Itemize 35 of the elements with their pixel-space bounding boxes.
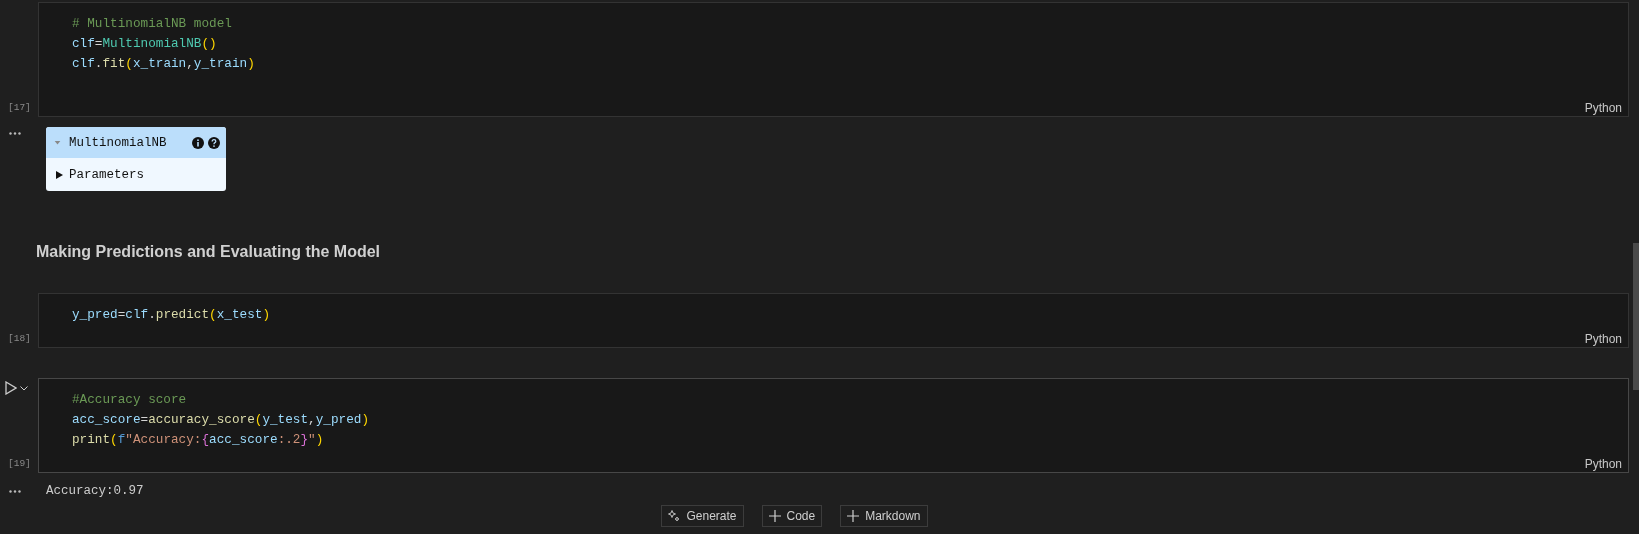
add-button[interactable]: Markdown <box>840 505 928 527</box>
section-heading: Making Predictions and Evaluating the Model <box>36 242 381 262</box>
parameters-toggle[interactable]: Parameters <box>69 167 144 182</box>
code-cell[interactable]: y_pred=clf.predict(x_test) Python <box>38 293 1629 348</box>
code-line: print(f"Accuracy:{acc_score:.2}") <box>72 431 324 449</box>
output-text: Accuracy:0.97 <box>46 484 144 498</box>
code-line: clf.fit(x_train,y_train) <box>72 55 255 73</box>
code-line: # MultinomialNB model <box>72 15 232 33</box>
caret-icon[interactable] <box>54 169 64 180</box>
generate-button[interactable]: Generate <box>661 505 744 527</box>
code-cell[interactable]: # MultinomialNB model clf=MultinomialNB() clf.fit(x_train,y_train) Python <box>38 2 1629 117</box>
plus-icon <box>768 510 781 522</box>
code-line: acc_score=accuracy_score(y_test,y_pred) <box>72 411 369 429</box>
code-cell[interactable]: #Accuracy score acc_score=accuracy_score(y_test,y_pred) print(f"Accuracy:{acc_score:.2}") Python <box>38 378 1629 473</box>
language-label[interactable]: Python <box>1584 457 1622 471</box>
execution-count: [18] <box>8 333 31 344</box>
code-line: clf=MultinomialNB() <box>72 35 217 53</box>
sparkle-icon <box>668 510 681 522</box>
estimator-header[interactable]: MultinomialNB <box>46 127 226 158</box>
chevron-down-icon[interactable] <box>20 385 28 391</box>
code-line: #Accuracy score <box>72 391 187 409</box>
language-label[interactable]: Python <box>1584 101 1622 115</box>
run-icon[interactable] <box>5 381 17 395</box>
execution-count: [19] <box>8 458 31 469</box>
plus-icon <box>847 510 860 522</box>
more-icon[interactable] <box>9 132 21 135</box>
more-icon[interactable] <box>9 490 21 493</box>
help-icon[interactable] <box>208 136 220 149</box>
estimator-name: MultinomialNB <box>69 135 167 150</box>
code-line: y_pred=clf.predict(x_test) <box>72 306 270 324</box>
execution-count: [17] <box>8 102 31 113</box>
add-button[interactable]: Code <box>761 505 823 527</box>
info-icon[interactable] <box>192 136 204 149</box>
language-label[interactable]: Python <box>1584 332 1622 346</box>
scrollbar-thumb[interactable] <box>1633 243 1639 390</box>
